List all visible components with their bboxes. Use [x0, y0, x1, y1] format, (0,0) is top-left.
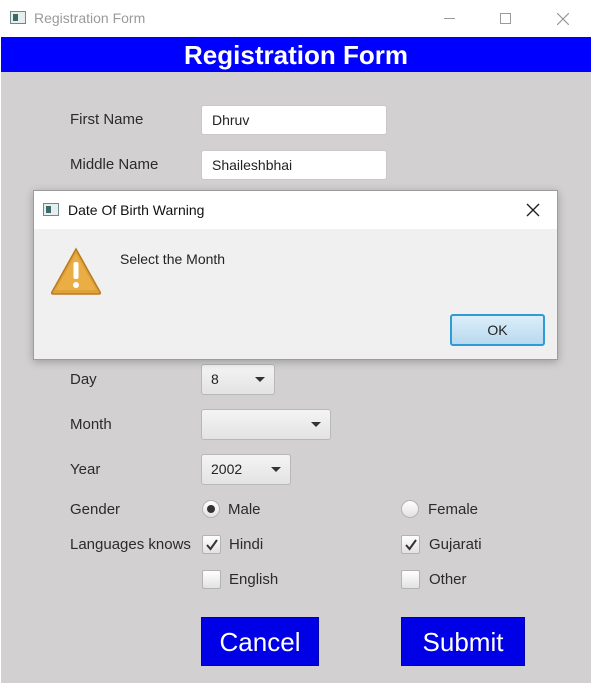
- language-other-label: Other: [429, 571, 467, 588]
- language-hindi-label: Hindi: [229, 536, 264, 553]
- gender-male-radio[interactable]: [202, 500, 220, 518]
- maximize-icon: [499, 13, 511, 24]
- language-hindi-checkbox[interactable]: [202, 535, 221, 554]
- close-button[interactable]: [540, 0, 586, 37]
- submit-button[interactable]: Submit: [401, 617, 525, 666]
- checkmark-icon: [405, 539, 417, 551]
- year-select-value: 2002: [211, 461, 243, 477]
- gender-female-label: Female: [428, 501, 479, 518]
- warning-icon: [50, 247, 102, 295]
- cancel-button[interactable]: Cancel: [201, 617, 319, 666]
- gender-male-label: Male: [228, 501, 261, 518]
- minimize-button[interactable]: [426, 0, 472, 37]
- form-header: Registration Form: [1, 37, 591, 72]
- month-label: Month: [70, 416, 112, 433]
- app-icon: [10, 11, 26, 24]
- year-label: Year: [70, 461, 101, 478]
- language-gujarati-checkbox[interactable]: [401, 535, 420, 554]
- form-panel: Registration Form First Name Dhruv Middl…: [1, 37, 591, 683]
- minimize-icon: [443, 18, 455, 19]
- language-english-label: English: [229, 571, 279, 588]
- languages-label: Languages knows: [70, 536, 191, 553]
- language-english-checkbox[interactable]: [202, 570, 221, 589]
- ok-button[interactable]: OK: [450, 314, 545, 346]
- window-titlebar: Registration Form: [0, 0, 592, 37]
- language-gujarati-label: Gujarati: [429, 536, 482, 553]
- year-select[interactable]: 2002: [201, 454, 291, 485]
- chevron-down-icon: [311, 422, 321, 427]
- dialog-message: Select the Month: [120, 251, 226, 267]
- gender-label: Gender: [70, 501, 121, 518]
- day-select[interactable]: 8: [201, 364, 275, 395]
- maximize-button[interactable]: [482, 0, 528, 37]
- day-select-value: 8: [211, 371, 219, 387]
- month-select[interactable]: [201, 409, 331, 440]
- first-name-label: First Name: [70, 111, 144, 128]
- window-title: Registration Form: [34, 10, 146, 26]
- middle-name-label: Middle Name: [70, 156, 159, 173]
- language-other-checkbox[interactable]: [401, 570, 420, 589]
- warning-dialog: Date Of Birth Warning Select the Month O…: [33, 190, 558, 360]
- gender-female-radio[interactable]: [401, 500, 419, 518]
- day-label: Day: [70, 371, 97, 388]
- chevron-down-icon: [255, 377, 265, 382]
- close-icon: [526, 203, 540, 217]
- first-name-field[interactable]: Dhruv: [201, 105, 387, 135]
- dialog-close-button[interactable]: [522, 199, 544, 221]
- chevron-down-icon: [271, 467, 281, 472]
- dialog-titlebar: Date Of Birth Warning: [34, 191, 557, 229]
- middle-name-field[interactable]: Shaileshbhai: [201, 150, 387, 180]
- close-icon: [557, 12, 569, 25]
- app-icon: [43, 203, 59, 216]
- dialog-title: Date Of Birth Warning: [68, 202, 205, 218]
- checkmark-icon: [206, 539, 218, 551]
